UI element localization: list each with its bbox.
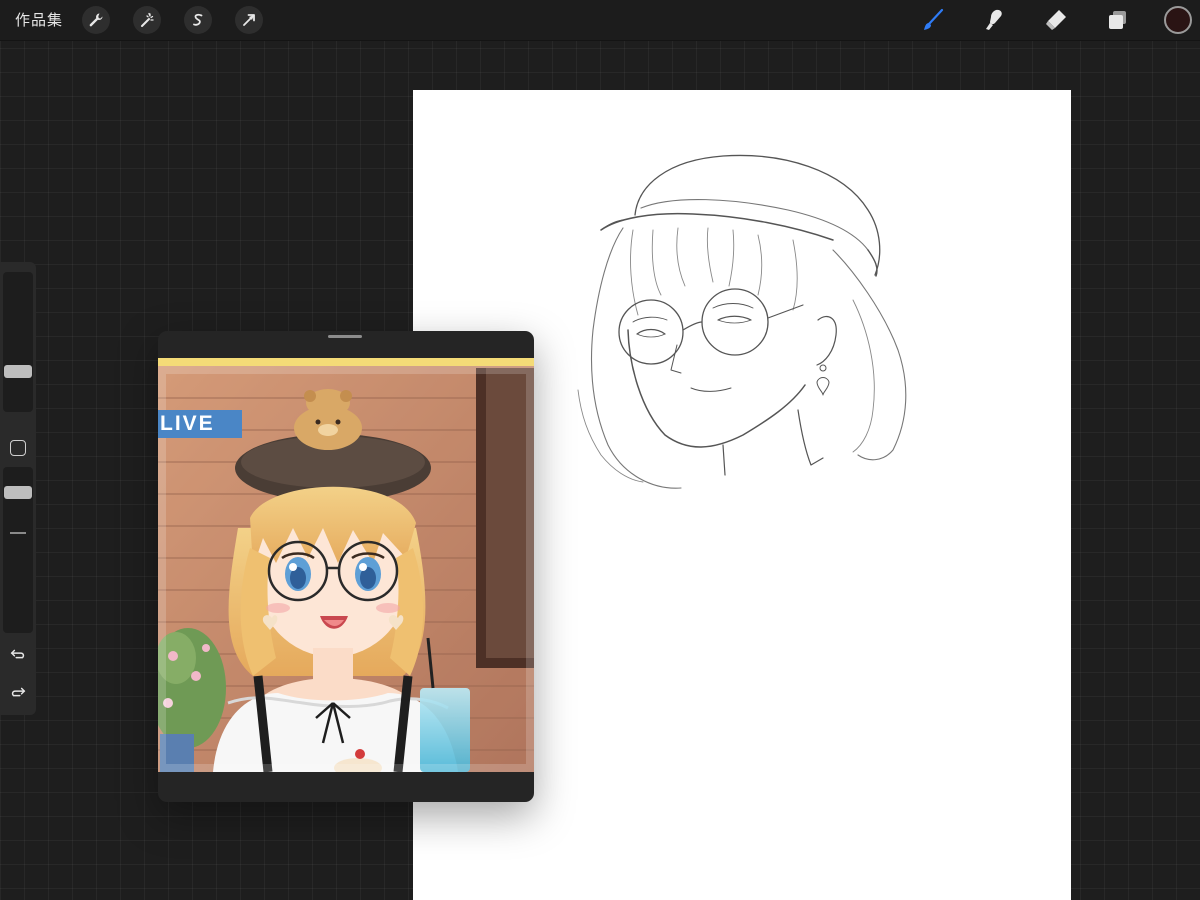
redo-icon[interactable]: [8, 682, 28, 702]
live-sign: LIVE: [158, 410, 242, 438]
reference-image: LIVE: [158, 358, 534, 772]
brush-size-thumb[interactable]: [4, 365, 32, 378]
wrench-icon[interactable]: [82, 6, 110, 34]
eraser-icon[interactable]: [1041, 5, 1071, 35]
selection-s-icon[interactable]: [184, 6, 212, 34]
left-sidebar: [0, 262, 36, 715]
undo-icon[interactable]: [8, 644, 28, 664]
reference-window[interactable]: LIVE: [158, 331, 534, 802]
smudge-icon[interactable]: [979, 5, 1009, 35]
magic-wand-icon[interactable]: [133, 6, 161, 34]
brush-icon[interactable]: [918, 5, 948, 35]
arrow-cursor-icon[interactable]: [235, 6, 263, 34]
gallery-button[interactable]: 作品集: [15, 9, 63, 30]
brush-size-slider[interactable]: [3, 272, 33, 412]
top-toolbar: 作品集: [0, 0, 1200, 41]
layers-icon[interactable]: [1102, 5, 1132, 35]
color-picker-button[interactable]: [1164, 6, 1192, 34]
reference-drag-handle[interactable]: [328, 335, 362, 338]
opacity-slider[interactable]: [3, 467, 33, 633]
opacity-thumb[interactable]: [4, 486, 32, 499]
square-icon[interactable]: [10, 440, 26, 456]
opacity-marker: [10, 532, 26, 534]
